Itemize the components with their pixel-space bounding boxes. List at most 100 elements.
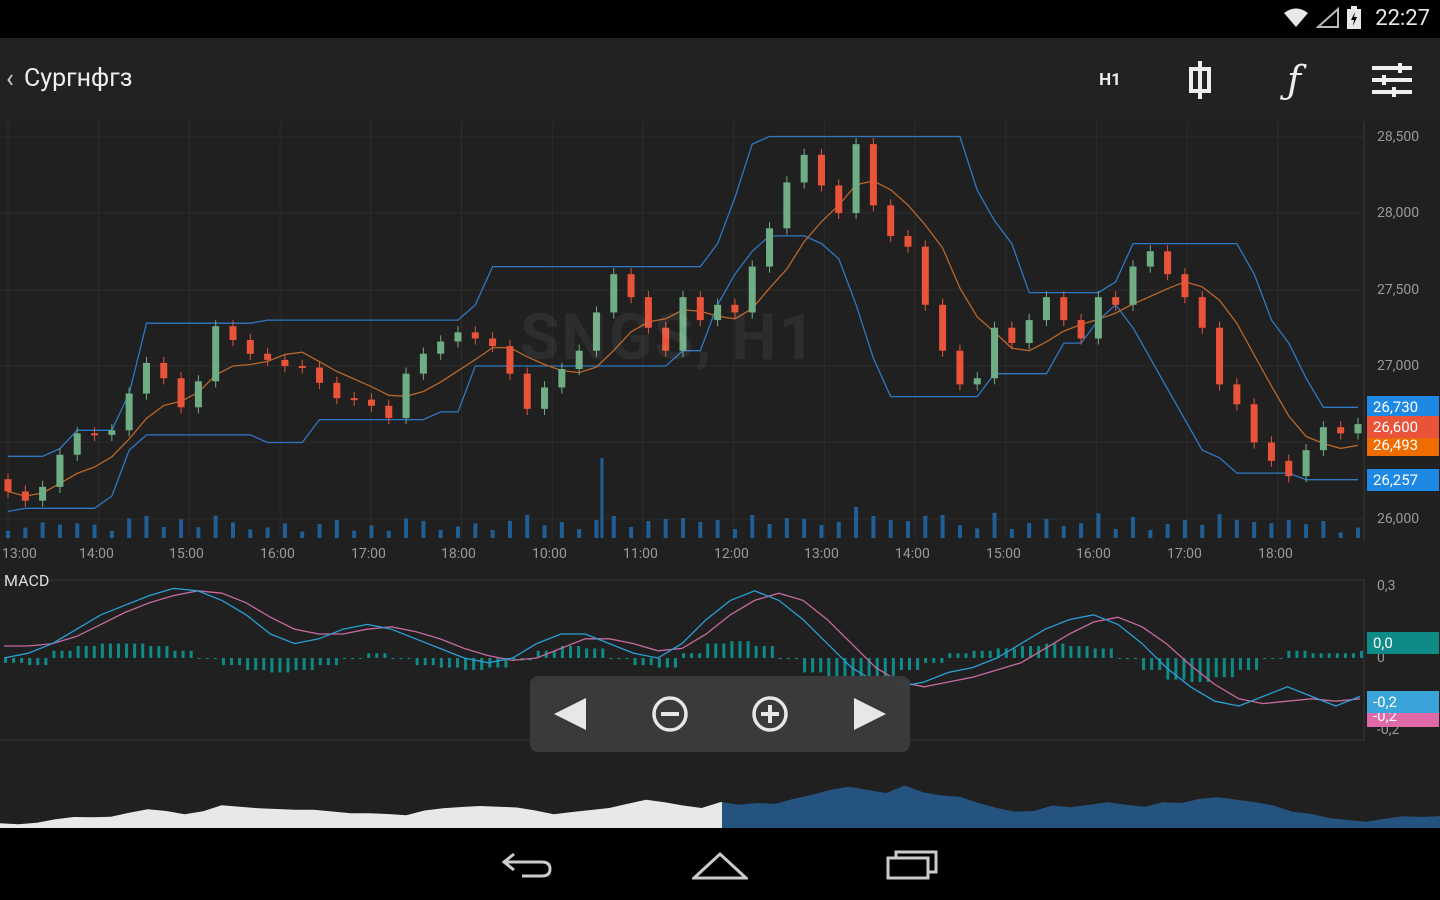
- candle-body: [194, 381, 202, 408]
- macd-histogram-bar: [617, 658, 621, 659]
- macd-histogram-bar: [786, 658, 790, 659]
- recents-icon[interactable]: [872, 842, 952, 888]
- candle-body: [437, 341, 445, 354]
- zoom-out-icon[interactable]: [642, 690, 698, 738]
- macd-histogram-bar: [948, 653, 952, 658]
- macd-histogram-bar: [117, 643, 120, 658]
- chevron-left-icon[interactable]: ‹: [6, 64, 14, 94]
- volume-bar: [1200, 525, 1205, 538]
- clock: 22:27: [1375, 6, 1430, 31]
- macd-histogram-bar: [714, 643, 718, 658]
- volume-bar: [1321, 521, 1326, 538]
- candle-body: [21, 491, 29, 501]
- macd-histogram-bar: [1134, 658, 1137, 659]
- candle-body: [281, 359, 289, 366]
- macd-histogram-bar: [1319, 653, 1323, 658]
- macd-histogram-bar: [908, 658, 911, 670]
- candle-body: [1216, 327, 1224, 385]
- time-tick: 12:00: [714, 546, 749, 562]
- candle-body: [939, 304, 947, 351]
- macd-histogram-bar: [988, 650, 992, 658]
- volume-bar: [161, 527, 166, 538]
- price-tag-upper-band: 26,730: [1367, 396, 1439, 418]
- candle-body: [1319, 427, 1327, 451]
- macd-histogram-bar: [1045, 643, 1049, 658]
- home-icon[interactable]: [680, 842, 760, 888]
- candle-body: [1025, 320, 1033, 344]
- macd-histogram-bar: [754, 646, 758, 658]
- macd-histogram-bar: [480, 658, 484, 670]
- macd-histogram-bar: [1077, 646, 1081, 658]
- macd-histogram-bar: [916, 658, 920, 670]
- macd-histogram-bar: [375, 653, 379, 658]
- macd-histogram-bar: [1142, 658, 1146, 670]
- candle-body: [1042, 297, 1050, 321]
- macd-histogram-bar: [262, 658, 266, 670]
- candle-body: [160, 362, 168, 379]
- macd-histogram-bar: [1287, 650, 1291, 658]
- macd-histogram-bar: [665, 658, 669, 668]
- volume-bar: [1304, 524, 1309, 538]
- price-tick: 28,500: [1377, 129, 1420, 145]
- macd-histogram-bar: [1255, 658, 1259, 670]
- candle-body: [1146, 251, 1154, 267]
- macd-histogram-bar: [964, 653, 968, 658]
- macd-histogram-bar: [439, 658, 443, 668]
- macd-histogram-bar: [932, 658, 936, 663]
- macd-histogram-bar: [76, 646, 80, 658]
- time-tick: 13:00: [804, 546, 839, 562]
- function-icon[interactable]: ƒ: [1266, 56, 1322, 104]
- zoom-in-icon[interactable]: [742, 690, 798, 738]
- candle-body: [1060, 297, 1068, 321]
- macd-histogram-bar: [746, 641, 750, 658]
- volume-bar: [1148, 530, 1153, 538]
- wifi-icon: [1284, 8, 1308, 27]
- macd-histogram-bar: [1109, 648, 1113, 658]
- navigator-visible-range: [0, 799, 722, 828]
- volume-bar: [906, 521, 910, 538]
- macd-histogram-bar: [1222, 658, 1226, 678]
- candle-body: [869, 144, 877, 206]
- macd-histogram-bar: [359, 658, 363, 659]
- macd-histogram-bar: [1279, 658, 1283, 659]
- volume-bar: [1338, 532, 1343, 538]
- volume-bar: [179, 519, 184, 538]
- macd-histogram-bar: [722, 643, 726, 658]
- candle-body: [1250, 404, 1258, 443]
- back-arrow-icon[interactable]: [488, 842, 568, 888]
- candlestick-icon[interactable]: [1172, 56, 1228, 104]
- macd-histogram-bar: [189, 650, 193, 658]
- volume-bar: [715, 520, 720, 538]
- triangle-right-icon[interactable]: [842, 690, 898, 738]
- candle-body: [852, 144, 860, 213]
- volume-bar: [1027, 523, 1032, 538]
- candle-body: [4, 479, 12, 492]
- volume-bar: [334, 520, 339, 538]
- macd-label: MACD: [4, 571, 50, 590]
- triangle-left-icon[interactable]: [542, 690, 598, 738]
- timeframe-button[interactable]: H1: [1082, 56, 1138, 104]
- page-title[interactable]: Сургнфгз: [24, 64, 132, 93]
- macd-histogram-bar: [1093, 648, 1097, 658]
- time-tick: 15:00: [169, 546, 204, 562]
- macd-histogram-bar: [1150, 658, 1154, 670]
- volume-bar: [317, 524, 322, 538]
- sliders-icon[interactable]: [1364, 56, 1420, 104]
- macd-histogram-bar: [68, 650, 72, 658]
- macd-histogram-bar: [1182, 658, 1186, 680]
- macd-histogram-bar: [302, 658, 306, 670]
- macd-histogram-bar: [1238, 658, 1242, 670]
- price-tick: 27,500: [1377, 282, 1420, 298]
- volume-bar: [1079, 523, 1084, 538]
- macd-histogram-bar: [811, 658, 815, 673]
- candle-body: [1285, 460, 1293, 477]
- volume-bar: [507, 520, 512, 538]
- volume-bar: [1009, 529, 1014, 538]
- macd-histogram-bar: [1360, 650, 1363, 658]
- macd-histogram-bar: [270, 658, 274, 673]
- price-tag-last: 26,600: [1367, 416, 1439, 438]
- macd-histogram-bar: [641, 658, 645, 666]
- volume-bar: [300, 531, 305, 538]
- macd-histogram-bar: [238, 658, 242, 666]
- time-tick: 17:00: [351, 546, 386, 562]
